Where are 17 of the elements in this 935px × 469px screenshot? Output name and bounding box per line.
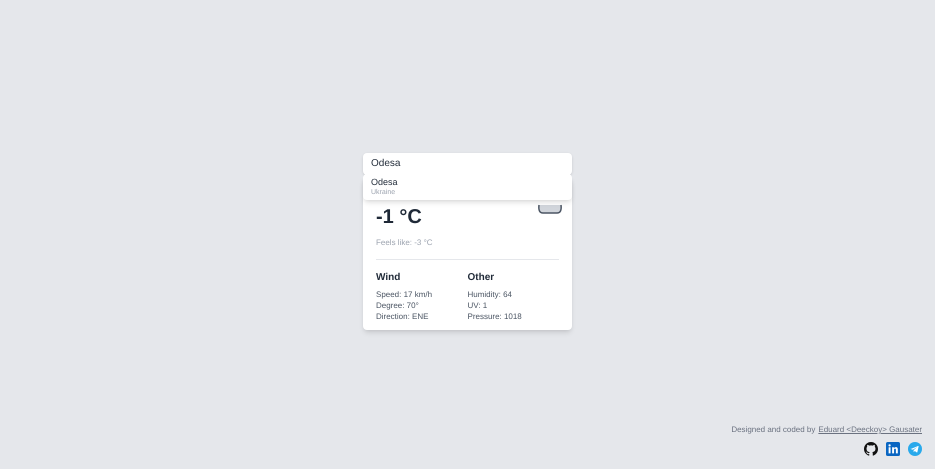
github-icon[interactable] [864,442,878,456]
footer-text: Designed and coded by [731,424,816,436]
section-title: Wind [376,270,402,284]
weather-detail: Humidity: 64 [468,288,513,300]
weather-detail: Speed: 17 km/h [376,288,434,300]
temperature: -1 °C [376,206,423,226]
city-name: Odesa [371,177,399,188]
section-title: Other [468,270,496,284]
weather-detail: Degree: 70° [376,300,420,310]
author-link[interactable]: Eduard <Deeckoy> Gausater [818,424,922,436]
search-field[interactable]: Odesa [363,152,572,174]
paper-plane-icon[interactable] [908,442,922,456]
weather-detail: Pressure: 1018 [468,310,523,322]
linkedin-icon[interactable] [886,442,900,456]
weather-detail: Direction: ENE [376,310,430,322]
feels-like: Feels like: -3 °C [376,236,433,248]
weather-detail: UV: 1 [468,300,488,310]
